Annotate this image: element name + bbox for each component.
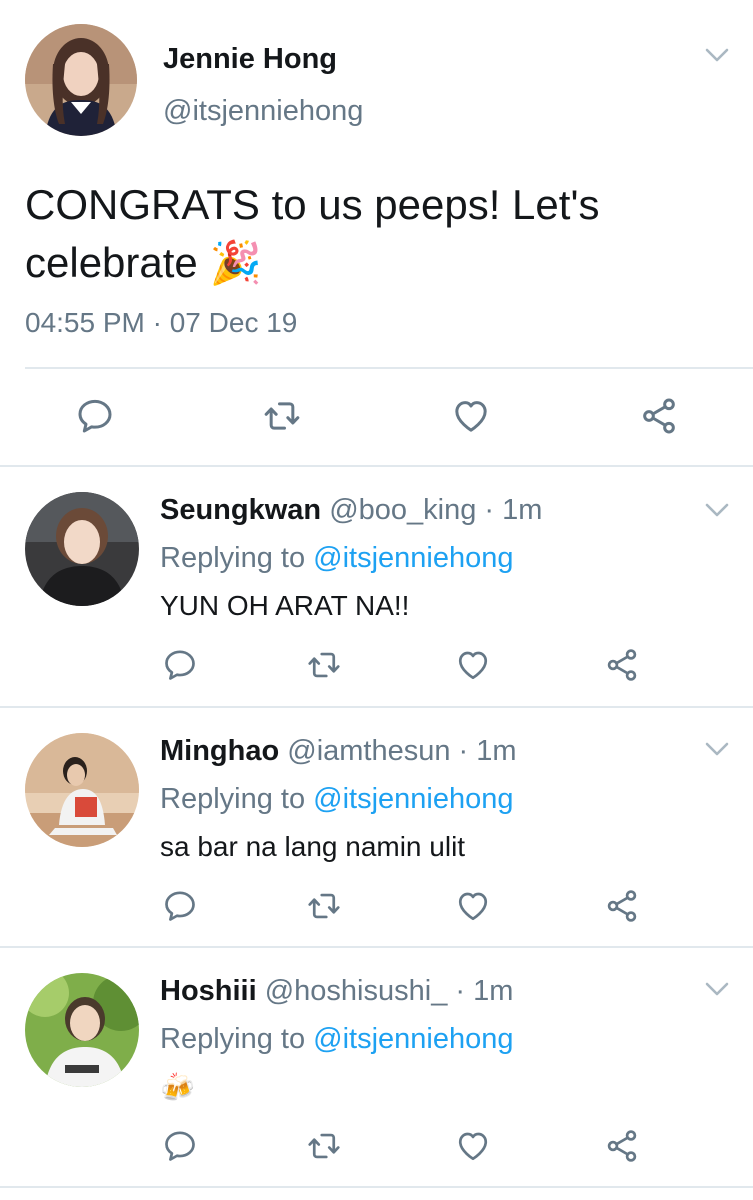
- share-icon[interactable]: [600, 886, 644, 926]
- like-icon[interactable]: [451, 645, 495, 685]
- reply-icon[interactable]: [158, 886, 202, 926]
- replying-to: Replying to @itsjenniehong: [160, 1023, 514, 1056]
- reply-tweet[interactable]: Seungkwan @boo_king · 1m Replying to @it…: [0, 467, 753, 708]
- replying-prefix: Replying to: [160, 783, 306, 815]
- reply-tweet[interactable]: Minghao @iamthesun · 1m Replying to @its…: [0, 708, 753, 948]
- like-icon[interactable]: [451, 1126, 495, 1166]
- reply-text: sa bar na lang namin ulit: [160, 831, 466, 862]
- chevron-down-icon[interactable]: [704, 501, 730, 519]
- replying-to: Replying to @itsjenniehong: [160, 783, 514, 816]
- reply-text: 🍻: [160, 1072, 195, 1103]
- reply-header: Minghao @iamthesun · 1m: [160, 735, 517, 768]
- author-handle-time[interactable]: @hoshisushi_ · 1m: [265, 975, 514, 1007]
- main-tweet: Jennie Hong @itsjenniehong CONGRATS to u…: [0, 0, 753, 467]
- reply-icon[interactable]: [72, 395, 118, 437]
- share-icon[interactable]: [600, 1126, 644, 1166]
- reply-text: YUN OH ARAT NA!!: [160, 590, 410, 621]
- chevron-down-icon[interactable]: [704, 740, 730, 758]
- share-icon[interactable]: [636, 395, 682, 437]
- author-handle-time[interactable]: @iamthesun · 1m: [287, 735, 516, 767]
- avatar[interactable]: [25, 24, 137, 136]
- like-icon[interactable]: [448, 395, 494, 437]
- replying-prefix: Replying to: [160, 1023, 306, 1055]
- author-name[interactable]: Seungkwan: [160, 494, 321, 526]
- author-handle[interactable]: @itsjenniehong: [163, 95, 363, 128]
- like-icon[interactable]: [451, 886, 495, 926]
- reply-header: Seungkwan @boo_king · 1m: [160, 494, 542, 527]
- replying-prefix: Replying to: [160, 542, 306, 574]
- tweet-text: CONGRATS to us peeps! Let's celebrate 🎉: [25, 176, 715, 292]
- reply-tweet[interactable]: Hoshiii @hoshisushi_ · 1m Replying to @i…: [0, 948, 753, 1188]
- reply-icon[interactable]: [158, 1126, 202, 1166]
- reply-header: Hoshiii @hoshisushi_ · 1m: [160, 975, 513, 1008]
- retweet-icon[interactable]: [302, 1126, 346, 1166]
- chevron-down-icon[interactable]: [704, 980, 730, 998]
- share-icon[interactable]: [600, 645, 644, 685]
- party-popper-emoji: 🎉: [209, 239, 262, 286]
- retweet-icon[interactable]: [259, 395, 305, 437]
- avatar[interactable]: [25, 733, 139, 847]
- author-name[interactable]: Minghao: [160, 735, 279, 767]
- divider: [25, 367, 753, 369]
- chevron-down-icon[interactable]: [704, 46, 730, 64]
- mention-link[interactable]: @itsjenniehong: [313, 783, 513, 815]
- mention-link[interactable]: @itsjenniehong: [313, 542, 513, 574]
- author-handle-time[interactable]: @boo_king · 1m: [329, 494, 542, 526]
- avatar[interactable]: [25, 973, 139, 1087]
- replying-to: Replying to @itsjenniehong: [160, 542, 514, 575]
- avatar[interactable]: [25, 492, 139, 606]
- tweet-timestamp: 04:55 PM · 07 Dec 19: [25, 307, 298, 338]
- retweet-icon[interactable]: [302, 886, 346, 926]
- author-name[interactable]: Hoshiii: [160, 975, 257, 1007]
- retweet-icon[interactable]: [302, 645, 346, 685]
- reply-icon[interactable]: [158, 645, 202, 685]
- tweet-text-body: CONGRATS to us peeps! Let's celebrate: [25, 181, 600, 286]
- mention-link[interactable]: @itsjenniehong: [313, 1023, 513, 1055]
- author-name[interactable]: Jennie Hong: [163, 43, 337, 76]
